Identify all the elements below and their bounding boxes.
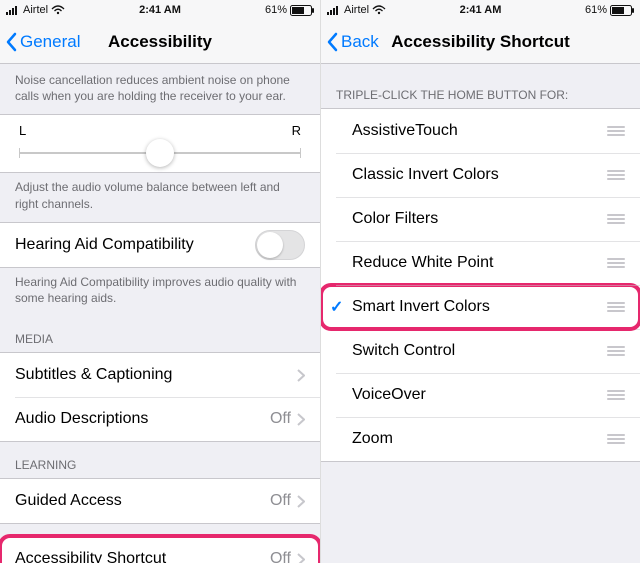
wifi-icon: [372, 5, 386, 15]
triple-click-header: TRIPLE-CLICK THE HOME BUTTON FOR:: [321, 64, 640, 108]
signal-icon: [327, 5, 341, 15]
hearing-aid-note: Hearing Aid Compatibility improves audio…: [0, 268, 320, 316]
shortcut-options-list: AssistiveTouch Classic Invert Colors Color…: [321, 108, 640, 462]
shortcut-option-row[interactable]: Color Filters: [321, 197, 640, 241]
shortcut-option-label: AssistiveTouch: [352, 122, 607, 140]
navbar: Back Accessibility Shortcut: [321, 20, 640, 64]
signal-icon: [6, 5, 20, 15]
reorder-handle-icon[interactable]: [607, 214, 625, 224]
media-group: Subtitles & Captioning Audio Description…: [0, 352, 320, 442]
chevron-right-icon: [297, 495, 305, 508]
reorder-handle-icon[interactable]: [607, 390, 625, 400]
subtitles-label: Subtitles & Captioning: [15, 366, 291, 384]
shortcut-option-label: Switch Control: [352, 342, 607, 360]
reorder-handle-icon[interactable]: [607, 434, 625, 444]
guided-access-label: Guided Access: [15, 492, 270, 510]
noise-cancel-note: Noise cancellation reduces ambient noise…: [0, 64, 320, 114]
shortcut-option-row[interactable]: Zoom: [321, 417, 640, 461]
balance-slider[interactable]: L R: [0, 115, 320, 172]
checkmark-icon: ✓: [330, 297, 352, 317]
carrier-label: Airtel: [344, 4, 369, 16]
navbar: General Accessibility: [0, 20, 320, 64]
left-content: Noise cancellation reduces ambient noise…: [0, 64, 320, 563]
shortcut-option-label: Smart Invert Colors: [352, 298, 607, 316]
balance-left-label: L: [19, 123, 26, 138]
shortcut-option-row[interactable]: ✓Smart Invert Colors: [321, 285, 640, 329]
learning-header: LEARNING: [0, 442, 320, 478]
audio-desc-value: Off: [270, 410, 291, 428]
shortcut-option-row[interactable]: VoiceOver: [321, 373, 640, 417]
slider-track[interactable]: [19, 152, 301, 154]
accessibility-shortcut-group: Accessibility Shortcut Off: [0, 536, 320, 563]
wifi-icon: [51, 5, 65, 15]
hearing-aid-group: Hearing Aid Compatibility: [0, 222, 320, 268]
media-header: MEDIA: [0, 316, 320, 352]
chevron-left-icon: [6, 32, 18, 52]
accessibility-shortcut-value: Off: [270, 550, 291, 563]
battery-percent: 61%: [585, 4, 607, 16]
balance-note: Adjust the audio volume balance between …: [0, 173, 320, 221]
accessibility-shortcut-label: Accessibility Shortcut: [15, 550, 270, 563]
right-content: TRIPLE-CLICK THE HOME BUTTON FOR: Assist…: [321, 64, 640, 563]
left-pane: Airtel 2:41 AM 61% General Accessibility…: [0, 0, 320, 563]
shortcut-option-row[interactable]: Reduce White Point: [321, 241, 640, 285]
shortcut-option-label: Zoom: [352, 430, 607, 448]
back-button[interactable]: General: [6, 32, 80, 52]
reorder-handle-icon[interactable]: [607, 258, 625, 268]
subtitles-row[interactable]: Subtitles & Captioning: [0, 353, 320, 397]
audio-desc-label: Audio Descriptions: [15, 410, 270, 428]
guided-access-row[interactable]: Guided Access Off: [0, 479, 320, 523]
reorder-handle-icon[interactable]: [607, 346, 625, 356]
shortcut-option-row[interactable]: Classic Invert Colors: [321, 153, 640, 197]
shortcut-option-label: Reduce White Point: [352, 254, 607, 272]
balance-right-label: R: [292, 123, 301, 138]
reorder-handle-icon[interactable]: [607, 170, 625, 180]
reorder-handle-icon[interactable]: [607, 126, 625, 136]
hearing-aid-label: Hearing Aid Compatibility: [15, 236, 255, 254]
carrier-label: Airtel: [23, 4, 48, 16]
back-label: Back: [341, 32, 379, 52]
battery-icon: [610, 5, 634, 16]
shortcut-option-label: VoiceOver: [352, 386, 607, 404]
shortcut-option-label: Color Filters: [352, 210, 607, 228]
learning-group: Guided Access Off: [0, 478, 320, 524]
shortcut-option-row[interactable]: Switch Control: [321, 329, 640, 373]
slider-thumb[interactable]: [146, 139, 174, 167]
shortcut-option-row[interactable]: AssistiveTouch: [321, 109, 640, 153]
status-bar: Airtel 2:41 AM 61%: [0, 0, 320, 20]
hearing-aid-row[interactable]: Hearing Aid Compatibility: [0, 223, 320, 267]
chevron-left-icon: [327, 32, 339, 52]
hearing-aid-toggle[interactable]: [255, 230, 305, 260]
back-button[interactable]: Back: [327, 32, 379, 52]
battery-percent: 61%: [265, 4, 287, 16]
chevron-right-icon: [297, 553, 305, 563]
status-bar: Airtel 2:41 AM 61%: [321, 0, 640, 20]
right-pane: Airtel 2:41 AM 61% Back Accessibility Sh…: [320, 0, 640, 563]
shortcut-option-label: Classic Invert Colors: [352, 166, 607, 184]
reorder-handle-icon[interactable]: [607, 302, 625, 312]
audio-desc-row[interactable]: Audio Descriptions Off: [0, 397, 320, 441]
balance-group: L R: [0, 114, 320, 173]
back-label: General: [20, 32, 80, 52]
chevron-right-icon: [297, 369, 305, 382]
guided-access-value: Off: [270, 492, 291, 510]
accessibility-shortcut-row[interactable]: Accessibility Shortcut Off: [0, 537, 320, 563]
chevron-right-icon: [297, 413, 305, 426]
battery-icon: [290, 5, 314, 16]
